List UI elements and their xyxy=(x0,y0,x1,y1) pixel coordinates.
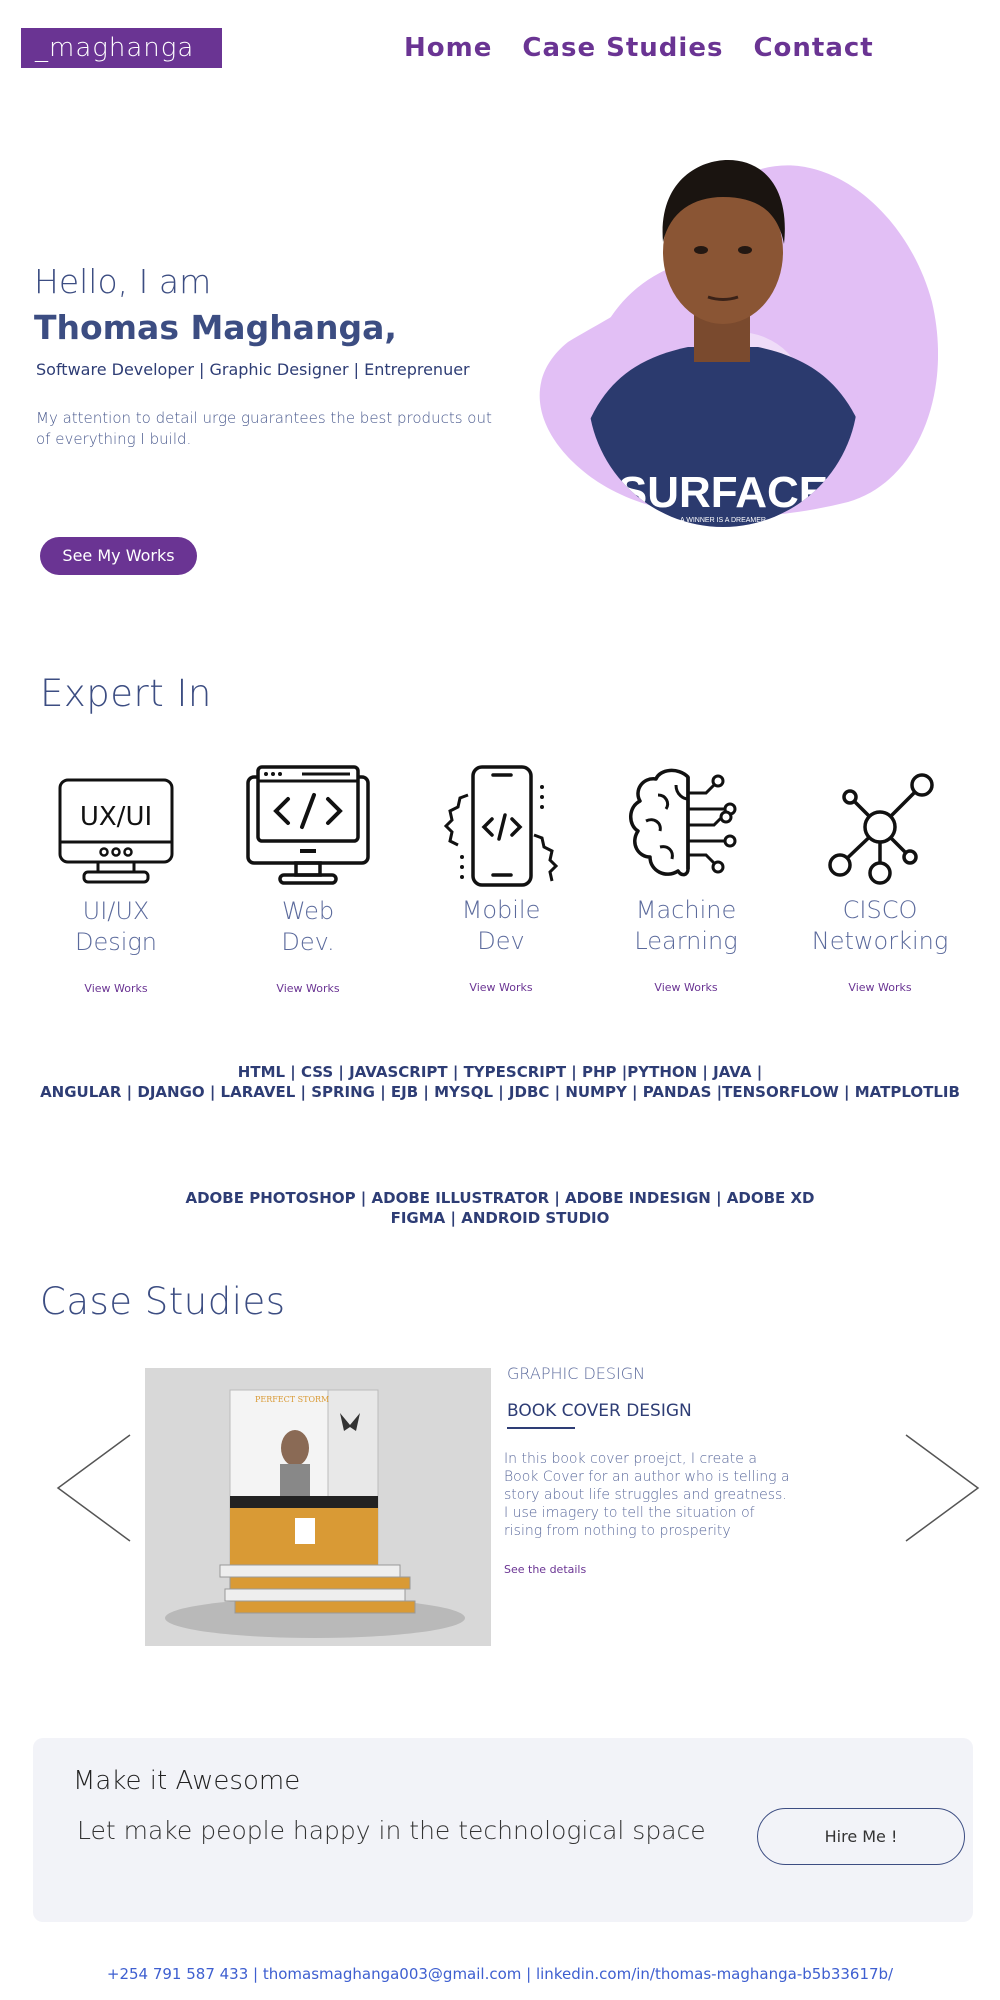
view-works-link[interactable]: View Works xyxy=(421,981,581,994)
case-study-title: BOOK COVER DESIGN xyxy=(507,1401,692,1421)
case-study-category: GRAPHIC DESIGN xyxy=(507,1364,646,1383)
footer-contact[interactable]: +254 791 587 433 | thomasmaghanga003@gma… xyxy=(0,1965,1000,1983)
prev-arrow-icon[interactable] xyxy=(56,1433,132,1543)
cta-text: Let make people happy in the technologic… xyxy=(77,1816,706,1845)
nav-home[interactable]: Home xyxy=(404,30,492,66)
skill-label: Web Dev. xyxy=(281,897,335,956)
nav-contact[interactable]: Contact xyxy=(753,30,873,66)
tools-line-2: FIGMA | ANDROID STUDIO xyxy=(390,1209,610,1227)
tech-line-1: HTML | CSS | JAVASCRIPT | TYPESCRIPT | P… xyxy=(237,1063,763,1081)
hire-me-button[interactable]: Hire Me ! xyxy=(757,1808,965,1865)
hero-name: Thomas Maghanga, xyxy=(34,308,397,347)
tools-line-1: ADOBE PHOTOSHOP | ADOBE ILLUSTRATOR | AD… xyxy=(185,1189,815,1207)
cta-heading: Make it Awesome xyxy=(73,1766,301,1796)
cta-panel: Make it Awesome Let make people happy in… xyxy=(33,1738,973,1922)
skill-mobile-dev[interactable]: Mobile Dev View Works xyxy=(421,765,581,994)
skill-label: Machine Learning xyxy=(634,896,738,955)
expert-title: Expert In xyxy=(40,672,212,715)
svg-text:UX/UI: UX/UI xyxy=(80,802,152,832)
skill-machine-learning[interactable]: Machine Learning View Works xyxy=(606,765,766,994)
tech-stack: HTML | CSS | JAVASCRIPT | TYPESCRIPT | P… xyxy=(0,1062,1000,1102)
mobile-dev-icon xyxy=(443,765,559,887)
site-logo[interactable]: _maghanga xyxy=(21,28,222,68)
hero-roles: Software Developer | Graphic Designer | … xyxy=(36,360,470,379)
skill-label: Mobile Dev xyxy=(461,896,541,955)
ux-ui-monitor-icon: UX/UI xyxy=(58,778,174,884)
view-works-link[interactable]: View Works xyxy=(606,981,766,994)
hero-tagline: My attention to detail urge guarantees t… xyxy=(36,409,492,448)
book-cover-mockup: PERFECT STORM xyxy=(145,1368,491,1646)
view-works-link[interactable]: View Works xyxy=(36,982,196,995)
network-nodes-icon xyxy=(828,773,934,885)
skill-label: CISCO Networking xyxy=(811,896,949,955)
skill-label: UI/UX Design xyxy=(74,897,158,956)
skill-web-dev[interactable]: Web Dev. View Works xyxy=(228,763,388,995)
main-nav: Home Case Studies Contact xyxy=(404,30,874,66)
hero-greeting: Hello, I am xyxy=(34,262,212,301)
see-my-works-button[interactable]: See My Works xyxy=(40,537,197,575)
view-works-link[interactable]: View Works xyxy=(800,981,960,994)
skill-ui-ux[interactable]: UX/UI UI/UX Design View Works xyxy=(36,770,196,995)
view-works-link[interactable]: View Works xyxy=(228,982,388,995)
shirt-subprint: A WINNER IS A DREAMER xyxy=(680,517,766,524)
case-studies-title: Case Studies xyxy=(40,1280,286,1323)
title-underline xyxy=(507,1427,575,1429)
book-spine-title: PERFECT STORM xyxy=(255,1395,329,1404)
nav-case-studies[interactable]: Case Studies xyxy=(522,30,723,66)
brain-circuit-icon xyxy=(629,768,737,877)
next-arrow-icon[interactable] xyxy=(904,1433,980,1543)
profile-photo: SURFACE A WINNER IS A DREAMER xyxy=(539,160,938,527)
tools-stack: ADOBE PHOTOSHOP | ADOBE ILLUSTRATOR | AD… xyxy=(0,1188,1000,1228)
skill-cisco-networking[interactable]: CISCO Networking View Works xyxy=(800,765,960,994)
see-details-link[interactable]: See the details xyxy=(504,1563,586,1576)
case-study-description: In this book cover proejct, I create a B… xyxy=(504,1451,790,1539)
tech-line-2: ANGULAR | DJANGO | LARAVEL | SPRING | EJ… xyxy=(40,1083,960,1101)
web-dev-monitor-icon xyxy=(246,765,370,885)
